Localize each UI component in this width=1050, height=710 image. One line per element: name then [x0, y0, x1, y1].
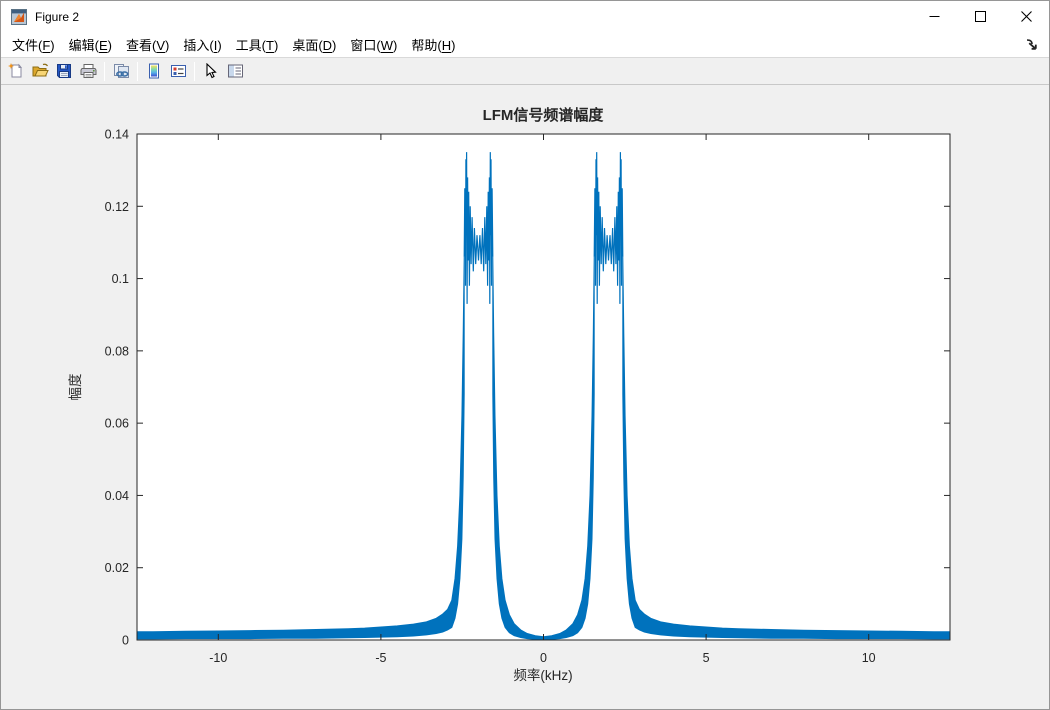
- menu-items: 文件(F) 编辑(E) 查看(V) 插入(I) 工具(T) 桌面(D) 窗口(W) 帮助(H): [5, 32, 462, 57]
- menu-item-w[interactable]: 窗口(W): [343, 32, 404, 57]
- close-button[interactable]: [1003, 1, 1049, 32]
- menu-item-d[interactable]: 桌面(D): [285, 32, 343, 57]
- x-tick-label: -5: [375, 651, 386, 665]
- y-tick-label: 0.06: [105, 417, 129, 431]
- y-tick-label: 0.08: [105, 344, 129, 358]
- dock-figure-icon: [1026, 39, 1037, 50]
- property-inspector-button[interactable]: [223, 60, 247, 83]
- open-file-button[interactable]: [28, 60, 52, 83]
- y-tick-label: 0.1: [112, 272, 129, 286]
- print-figure-icon: [80, 64, 96, 78]
- menu-item-f[interactable]: 文件(F): [5, 32, 62, 57]
- menu-item-i[interactable]: 插入(I): [176, 32, 228, 57]
- save-figure-button[interactable]: [52, 60, 76, 83]
- new-figure-icon: [8, 63, 23, 78]
- y-tick-label: 0.04: [105, 489, 129, 503]
- menu-item-e[interactable]: 编辑(E): [62, 32, 119, 57]
- y-tick-label: 0.02: [105, 561, 129, 575]
- figure-canvas: -10 -5 0 5 10 0 0.02 0.04 0.06 0.08 0.1 0.12 0.14 LF…: [1, 85, 1049, 709]
- window-title: Figure 2: [35, 9, 80, 24]
- insert-legend-icon: [170, 65, 186, 77]
- x-tick-label: -10: [209, 651, 227, 665]
- minimize-icon: [929, 16, 939, 17]
- edit-plot-icon: [206, 63, 217, 79]
- matlab-app-icon: [11, 8, 27, 25]
- figure-window: Figure 2 文件(F) 编辑(E) 查看(V) 插入(I) 工具(T) 桌面: [0, 0, 1050, 710]
- link-plot-button[interactable]: [109, 60, 133, 83]
- menu-bar: 文件(F) 编辑(E) 查看(V) 插入(I) 工具(T) 桌面(D) 窗口(W) 帮助(H): [1, 32, 1049, 57]
- menu-item-h[interactable]: 帮助(H): [404, 32, 462, 57]
- axes: -10 -5 0 5 10 0 0.02 0.04 0.06 0.08 0.1 0.12 0.14 LF…: [68, 106, 951, 683]
- title-bar: Figure 2: [1, 1, 1049, 32]
- insert-colorbar-icon: [149, 63, 159, 79]
- toolbar-separator: [194, 61, 195, 81]
- minimize-button[interactable]: [911, 1, 957, 32]
- dock-figure-button[interactable]: [1023, 37, 1039, 53]
- save-figure-icon: [57, 64, 71, 78]
- y-axis-label: 幅度: [68, 374, 83, 401]
- link-plot-icon: [113, 64, 129, 78]
- open-file-icon: [32, 63, 49, 77]
- menu-item-t[interactable]: 工具(T): [229, 32, 286, 57]
- property-inspector-icon: [227, 64, 243, 78]
- maximize-button[interactable]: [957, 1, 1003, 32]
- x-tick-label: 10: [862, 651, 876, 665]
- y-tick-label: 0.14: [105, 128, 129, 142]
- menu-item-v[interactable]: 查看(V): [119, 32, 176, 57]
- figure-toolbar: [1, 57, 1049, 85]
- print-figure-button[interactable]: [76, 60, 100, 83]
- y-tick-label: 0.12: [105, 200, 129, 214]
- x-axis-label: 频率(kHz): [513, 667, 572, 683]
- plot-area: [137, 134, 950, 640]
- close-icon: [1020, 11, 1032, 22]
- toolbar-separator: [137, 61, 138, 81]
- toolbar-separator: [104, 61, 105, 81]
- maximize-icon: [974, 11, 986, 22]
- insert-legend-button[interactable]: [166, 60, 190, 83]
- edit-plot-button[interactable]: [199, 60, 223, 83]
- plot-title: LFM信号频谱幅度: [483, 106, 605, 124]
- x-tick-label: 5: [703, 651, 710, 665]
- x-tick-label: 0: [540, 651, 547, 665]
- insert-colorbar-button[interactable]: [142, 60, 166, 83]
- y-tick-label: 0: [122, 634, 129, 648]
- new-figure-button[interactable]: [4, 60, 28, 83]
